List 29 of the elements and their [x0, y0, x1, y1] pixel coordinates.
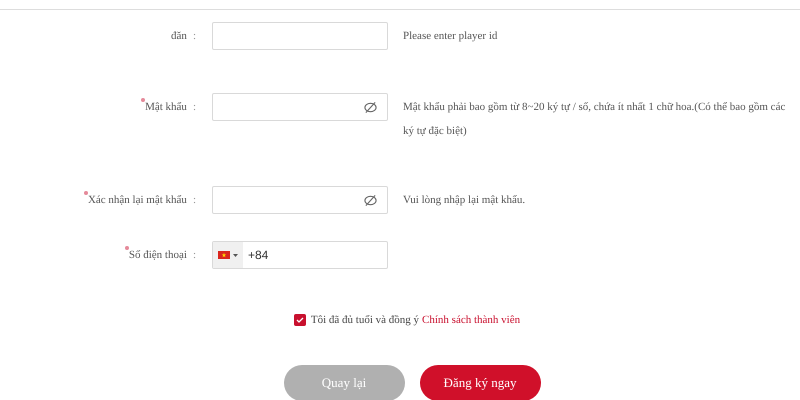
required-mark — [124, 246, 129, 250]
flag-icon — [218, 251, 230, 259]
field-hint: Please enter player id — [403, 29, 498, 44]
country-selector[interactable] — [213, 242, 243, 268]
required-mark — [84, 190, 88, 195]
player-id-field[interactable] — [212, 22, 388, 50]
field-hint: Mật khẩu phải bao gồm từ 8~20 ký tự / số, chứa ít nhất 1 chữ hoa.(Có thể bao gồm các ký tự đặc biệt) — [403, 100, 786, 139]
field-label: Số điện thoại — [124, 246, 187, 264]
label-colon: : — [192, 28, 196, 44]
register-button[interactable]: Đăng ký ngay — [420, 364, 540, 400]
policy-link[interactable]: Chính sách thành viên — [422, 312, 520, 328]
check-icon — [296, 317, 304, 324]
eye-off-icon — [364, 100, 377, 114]
caret-icon — [233, 254, 238, 256]
label-colon: : — [192, 100, 196, 115]
field-label: Mật khẩu — [141, 98, 187, 116]
required-mark — [141, 98, 146, 102]
label-colon: : — [192, 192, 196, 208]
agree-checkbox[interactable] — [294, 314, 306, 326]
agree-text: Tôi đã đủ tuổi và đồng ý — [310, 313, 420, 328]
field-label: đăn — [171, 28, 187, 44]
password-field[interactable] — [212, 93, 388, 121]
phone-field[interactable]: +84 — [212, 241, 388, 269]
eye-off-icon — [364, 194, 377, 206]
field-hint: Vui lòng nhập lại mật khẩu. — [403, 193, 526, 208]
phone-input[interactable]: +84 — [248, 246, 387, 264]
field-label: Xác nhận lại mật khẩu — [84, 192, 187, 208]
label-colon: : — [192, 248, 196, 263]
password-field[interactable] — [212, 186, 388, 214]
